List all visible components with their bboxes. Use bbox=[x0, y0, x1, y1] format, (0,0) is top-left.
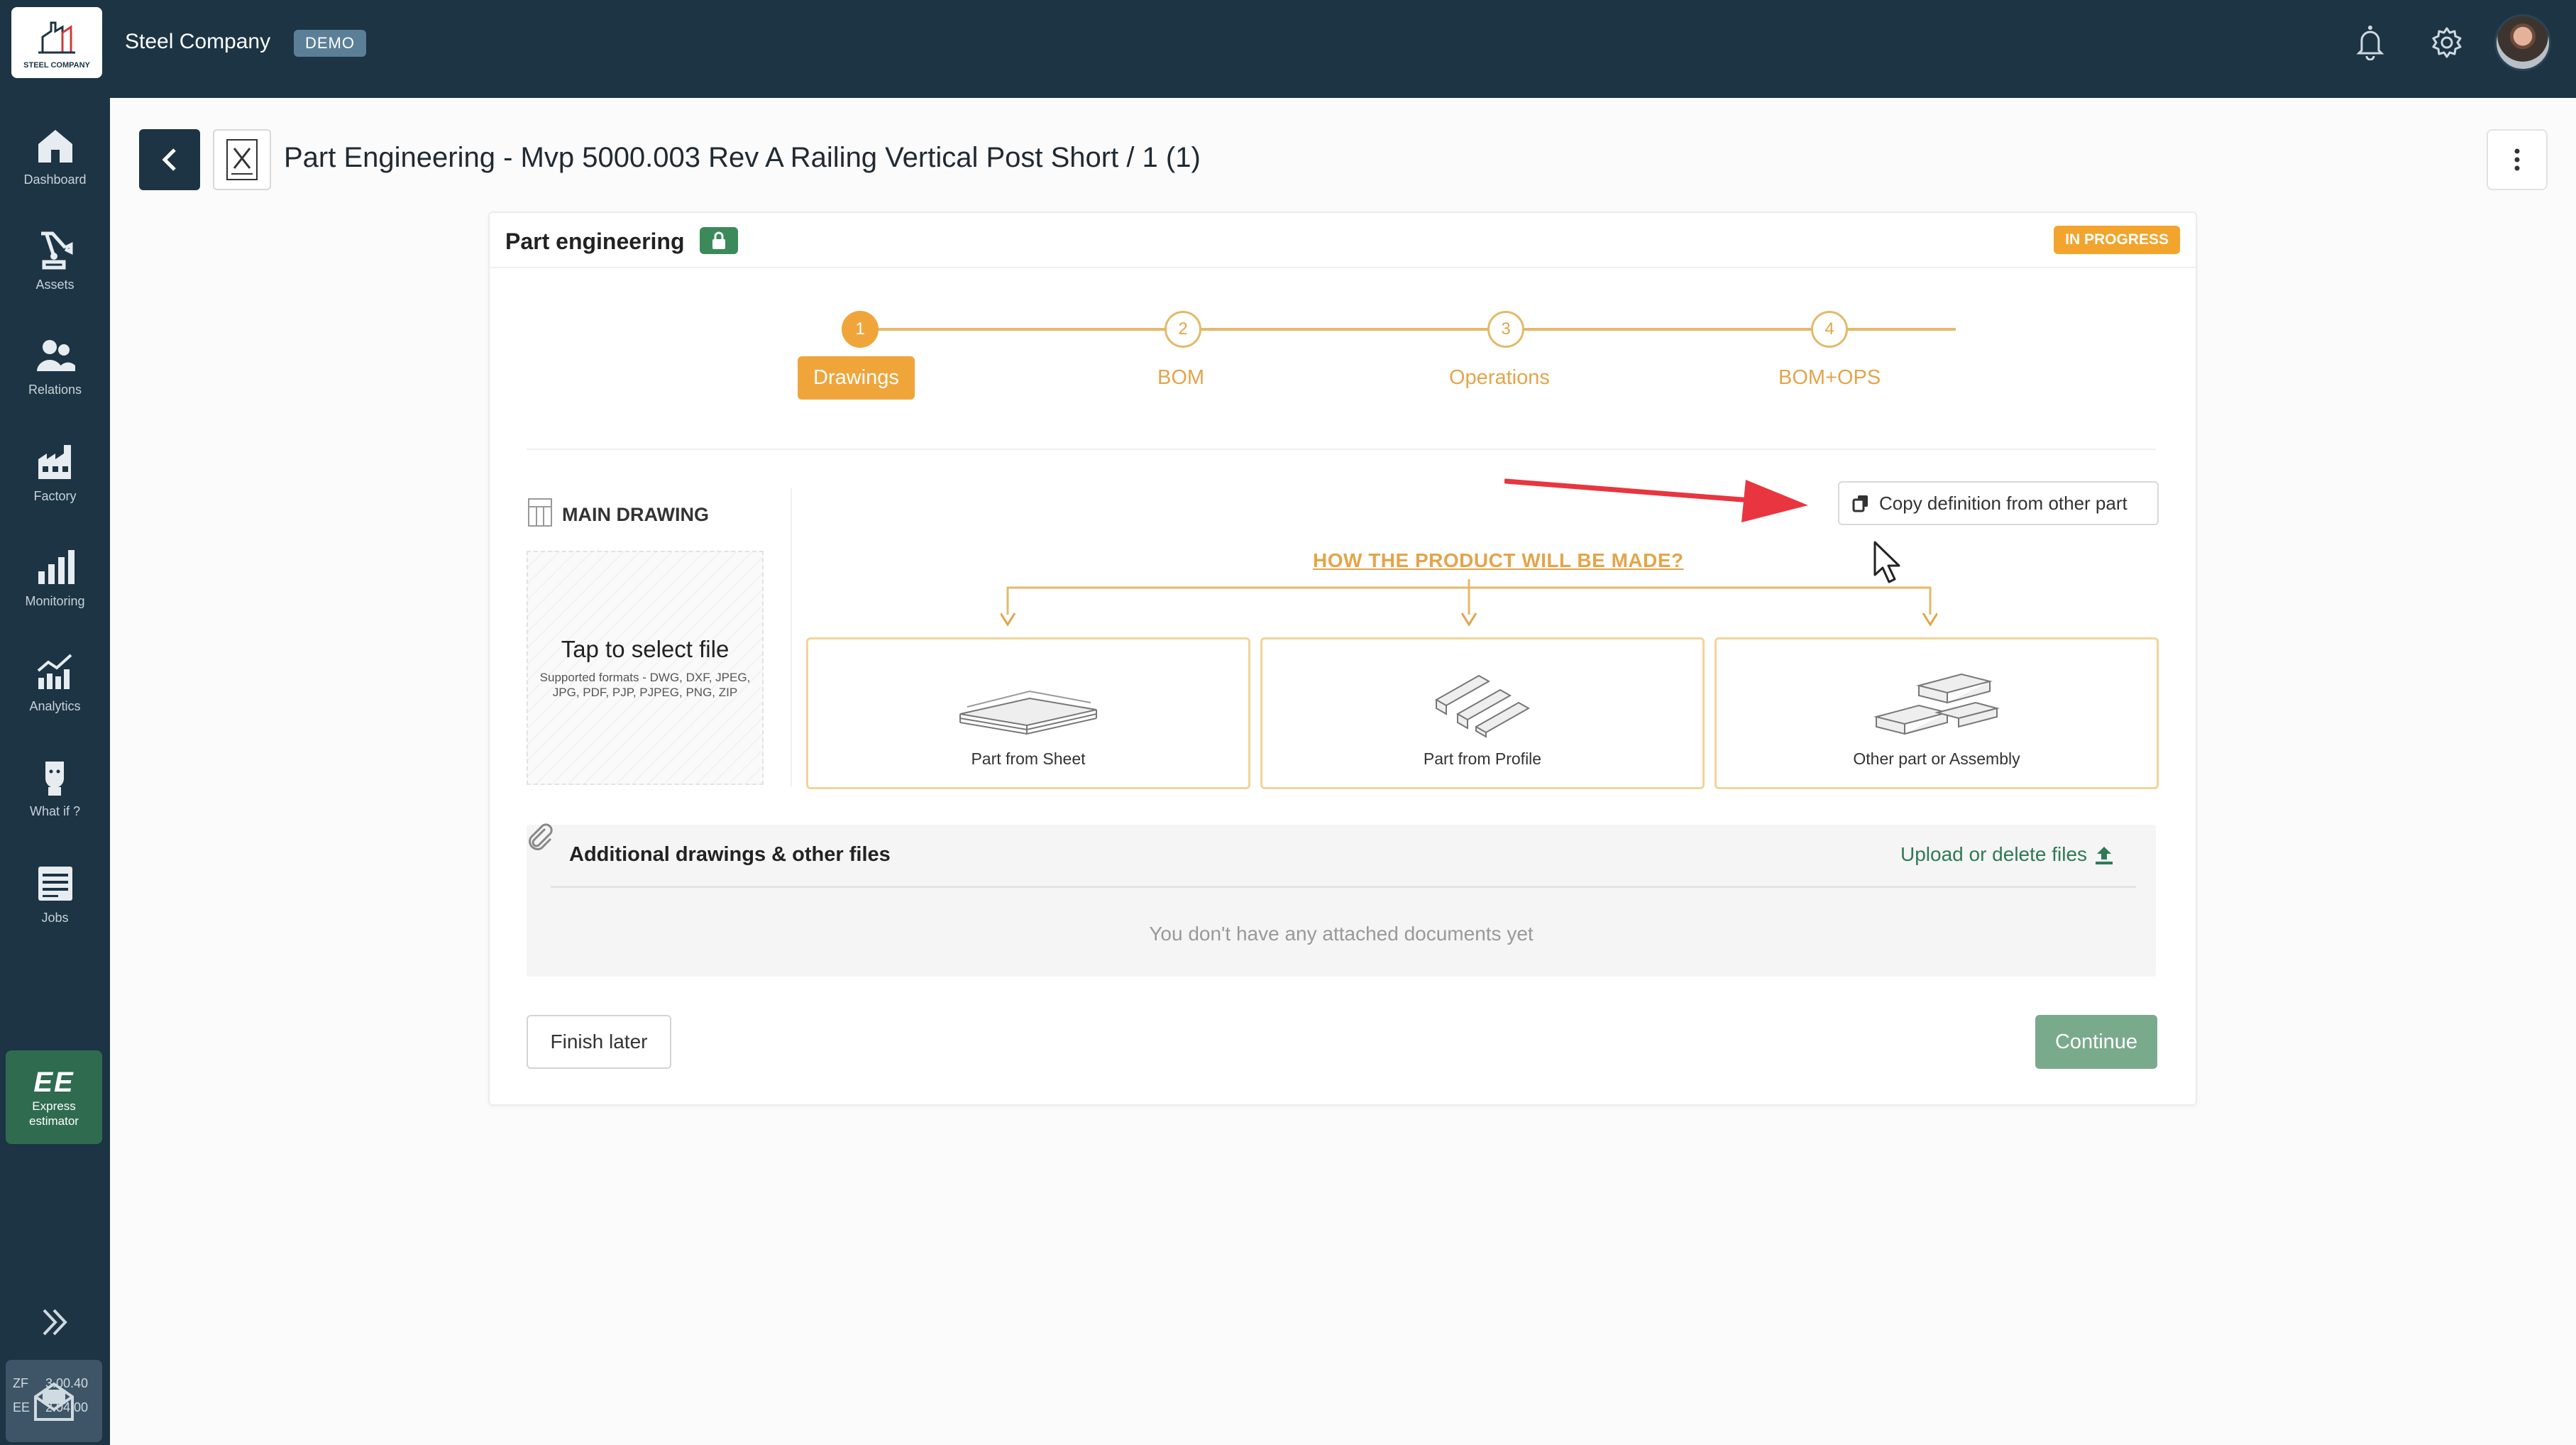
version-name: ZF bbox=[13, 1376, 28, 1390]
jobs-icon bbox=[38, 866, 72, 901]
sidebar-item-analytics[interactable]: Analytics bbox=[0, 632, 110, 731]
sidebar-item-factory[interactable]: Factory bbox=[0, 422, 110, 521]
sidebar-item-label: Analytics bbox=[29, 698, 81, 713]
main-drawing-dropzone[interactable]: Tap to select file Supported formats - D… bbox=[527, 551, 764, 785]
sidebar-item-assets[interactable]: Assets bbox=[0, 210, 110, 309]
status-badge: IN PROGRESS bbox=[2054, 226, 2180, 254]
demo-badge: DEMO bbox=[294, 30, 366, 57]
divider bbox=[527, 449, 2156, 450]
blueprint-icon bbox=[527, 497, 554, 528]
version-name: EE bbox=[13, 1400, 31, 1414]
people-icon bbox=[36, 339, 75, 371]
step-1-circle[interactable]: 1 bbox=[842, 311, 879, 348]
copy-definition-label: Copy definition from other part bbox=[1879, 492, 2128, 514]
avatar[interactable] bbox=[2494, 14, 2551, 71]
continue-button[interactable]: Continue bbox=[2035, 1015, 2157, 1069]
version-value: 2.04.00 bbox=[45, 1400, 89, 1414]
sidebar-item-dashboard[interactable]: Dashboard bbox=[0, 105, 110, 204]
finish-later-button[interactable]: Finish later bbox=[527, 1015, 671, 1069]
robot-arm-icon bbox=[40, 231, 72, 269]
mouse-cursor-icon bbox=[1873, 541, 1900, 583]
drawing-document-icon bbox=[213, 129, 271, 190]
expand-sidebar-icon[interactable] bbox=[31, 1304, 77, 1340]
option-label: Part from Sheet bbox=[971, 749, 1086, 768]
version-info: ZF 3.00.40 EE 2.04.00 bbox=[13, 1371, 88, 1419]
paperclip-icon bbox=[524, 820, 556, 853]
upload-link-label: Upload or delete files bbox=[1900, 843, 2088, 865]
company-name: Steel Company bbox=[125, 30, 271, 53]
express-estimator-button[interactable]: EE Express estimator bbox=[6, 1050, 102, 1144]
sidebar-item-label: Factory bbox=[33, 488, 77, 503]
factory-logo-icon bbox=[38, 21, 75, 54]
bar-chart-icon bbox=[38, 549, 75, 584]
vertical-dots-icon bbox=[2514, 148, 2520, 171]
express-estimator-label-1: Express bbox=[32, 1099, 76, 1113]
top-bar: STEEL COMPANY Steel Company DEMO bbox=[0, 0, 2576, 98]
factory-icon bbox=[38, 444, 71, 479]
chevron-left-icon bbox=[162, 148, 176, 171]
upload-delete-files-link[interactable]: Upload or delete files bbox=[1900, 843, 2114, 866]
express-estimator-logo: EE bbox=[33, 1066, 75, 1098]
version-value: 3.00.40 bbox=[45, 1376, 89, 1390]
sidebar-item-monitoring[interactable]: Monitoring bbox=[0, 527, 110, 626]
sheet-stack-icon bbox=[959, 690, 1097, 735]
company-logo[interactable]: STEEL COMPANY bbox=[11, 7, 102, 78]
bell-icon[interactable] bbox=[2349, 21, 2391, 64]
sidebar-item-what-if[interactable]: What if ? bbox=[0, 737, 110, 836]
card-header: Part engineering IN PROGRESS bbox=[490, 213, 2196, 268]
attachments-title: Additional drawings & other files bbox=[569, 843, 891, 866]
red-annotation-arrow bbox=[1504, 478, 1808, 522]
sidebar-item-label: Assets bbox=[35, 277, 75, 292]
upload-icon bbox=[2096, 847, 2113, 864]
page-title: Part Engineering - Mvp 5000.003 Rev A Ra… bbox=[284, 142, 1201, 173]
option-part-from-sheet[interactable]: Part from Sheet bbox=[806, 637, 1250, 789]
logo-text: STEEL COMPANY bbox=[23, 61, 90, 70]
copy-definition-button[interactable]: Copy definition from other part bbox=[1838, 481, 2159, 525]
tab-drawings[interactable]: Drawings bbox=[798, 356, 915, 400]
dropzone-title: Tap to select file bbox=[561, 636, 730, 662]
thinking-person-icon bbox=[45, 761, 64, 796]
stepper-line bbox=[867, 328, 1956, 331]
dropzone-formats: Supported formats - DWG, DXF, JPEG, JPG,… bbox=[539, 671, 751, 699]
tab-bom-ops[interactable]: BOM+OPS bbox=[1778, 366, 1881, 390]
home-icon bbox=[38, 129, 72, 163]
express-estimator-label-2: estimator bbox=[29, 1114, 79, 1128]
how-product-made-link[interactable]: HOW THE PRODUCT WILL BE MADE? bbox=[1313, 549, 1684, 572]
sidebar-item-label: Dashboard bbox=[23, 172, 87, 187]
step-4-circle[interactable]: 4 bbox=[1811, 311, 1848, 348]
sidebar: Dashboard Assets Relations Factory Monit… bbox=[0, 98, 110, 1445]
assembly-icon bbox=[1873, 673, 2000, 735]
gear-icon[interactable] bbox=[2426, 21, 2468, 64]
sidebar-item-label: Monitoring bbox=[25, 593, 85, 608]
part-engineering-card: Part engineering IN PROGRESS 1 2 3 4 Dra… bbox=[488, 211, 2197, 1106]
sidebar-item-relations[interactable]: Relations bbox=[0, 315, 110, 414]
card-title: Part engineering bbox=[505, 229, 685, 254]
tab-operations[interactable]: Operations bbox=[1449, 366, 1550, 390]
analytics-icon bbox=[37, 654, 72, 689]
option-other-part-or-assembly[interactable]: Other part or Assembly bbox=[1714, 637, 2159, 789]
sidebar-item-label: What if ? bbox=[29, 803, 81, 818]
tab-bom[interactable]: BOM bbox=[1157, 366, 1204, 390]
option-label: Part from Profile bbox=[1423, 749, 1542, 768]
more-options-button[interactable] bbox=[2487, 129, 2548, 190]
main-drawing-label: MAIN DRAWING bbox=[562, 504, 709, 525]
sidebar-item-label: Jobs bbox=[41, 910, 69, 925]
profile-beams-icon bbox=[1434, 674, 1531, 738]
attachments-empty-message: You don't have any attached documents ye… bbox=[1149, 923, 1534, 945]
vertical-divider bbox=[791, 488, 792, 786]
attachments-divider bbox=[551, 886, 2136, 888]
options-connector bbox=[1001, 579, 1937, 627]
sidebar-item-jobs[interactable]: Jobs bbox=[0, 843, 110, 943]
option-label: Other part or Assembly bbox=[1853, 749, 2020, 768]
back-button[interactable] bbox=[139, 129, 200, 190]
step-2-circle[interactable]: 2 bbox=[1165, 311, 1201, 348]
step-3-circle[interactable]: 3 bbox=[1487, 311, 1524, 348]
copy-icon bbox=[1852, 495, 1868, 512]
sidebar-item-label: Relations bbox=[28, 382, 82, 397]
option-part-from-profile[interactable]: Part from Profile bbox=[1260, 637, 1705, 789]
lock-icon bbox=[700, 227, 738, 254]
